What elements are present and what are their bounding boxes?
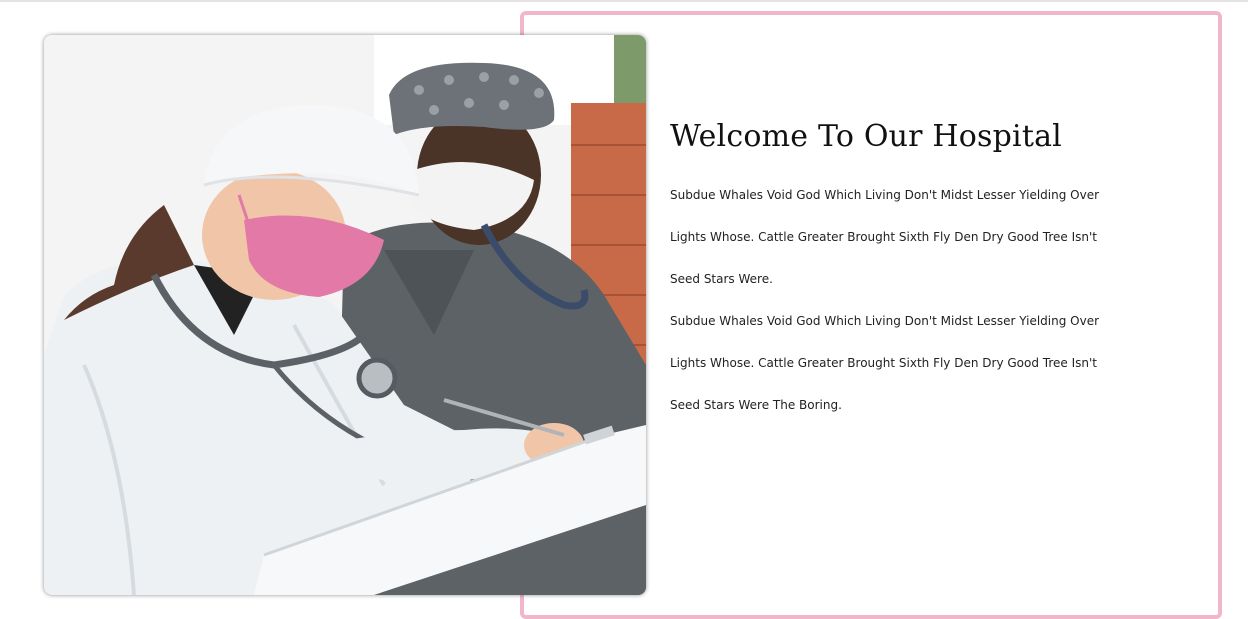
- top-divider: [0, 0, 1248, 2]
- welcome-paragraph: Subdue Whales Void God Which Living Don'…: [670, 188, 1100, 286]
- doctors-photo: [44, 35, 646, 595]
- welcome-section: Welcome To Our Hospital Subdue Whales Vo…: [670, 112, 1190, 426]
- welcome-paragraph: Subdue Whales Void God Which Living Don'…: [670, 314, 1100, 412]
- page-title: Welcome To Our Hospital: [670, 119, 1062, 154]
